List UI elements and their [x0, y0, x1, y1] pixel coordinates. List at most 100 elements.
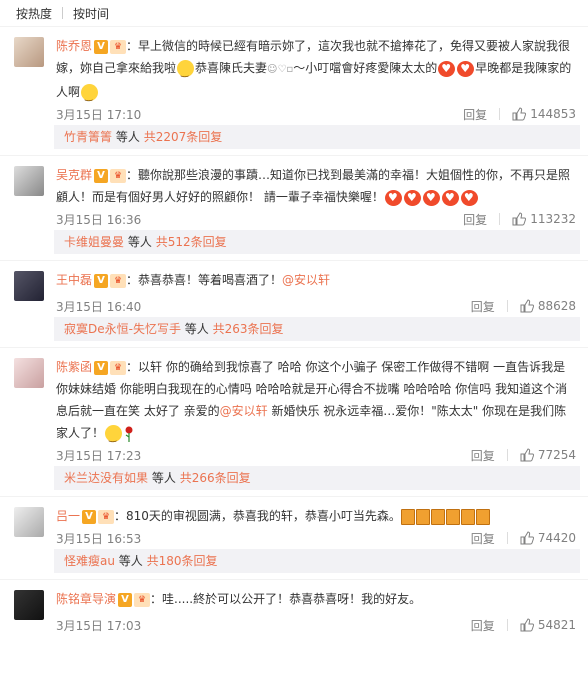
mention-link[interactable]: @安以轩 [220, 404, 268, 418]
vip-crown-icon: ♛ [110, 39, 127, 54]
comment-item: 陈乔恩 V ♛ ：早上微信的時候已經有暗示妳了，這次我也就不搶捧花了，免得又要被人家說… [0, 26, 588, 149]
rose-icon [125, 426, 133, 442]
thumbs-up-icon [520, 299, 534, 313]
verified-v-icon: V [118, 592, 133, 607]
username[interactable]: 吕一 [56, 509, 80, 523]
comment-text: 王中磊 V ♛ ：恭喜恭喜！等着喝喜酒了！@安以轩 [56, 269, 576, 291]
avatar[interactable] [14, 507, 44, 537]
heart-emoji-icon [460, 189, 478, 206]
avatar[interactable] [14, 37, 44, 67]
comment-body: ：810天的审视圆满，恭喜我的轩，恭喜小叮当先森。 [114, 509, 401, 523]
vip-crown-icon: ♛ [134, 592, 151, 607]
comment-date: 3月15日 17:10 [56, 107, 142, 122]
sub-reply-count[interactable]: 共263条回复 [213, 322, 284, 336]
beer-emoji-icon [460, 508, 475, 525]
reply-button[interactable]: 回复 [463, 211, 487, 228]
verified-v-icon: V [82, 509, 97, 524]
sub-reply-user[interactable]: 米兰达没有如果 [64, 471, 148, 485]
avatar[interactable] [14, 358, 44, 388]
verified-v-icon: V [94, 273, 109, 288]
sub-reply-user[interactable]: 竹青箐箐 [64, 130, 112, 144]
comment-body: ：聽你說那些浪漫的事蹟…知道你已找到最美滿的幸福！大姐個性的你，不再只是照顧人！… [56, 168, 571, 204]
tab-by-hot[interactable]: 按热度 [16, 5, 52, 22]
sub-reply-count[interactable]: 共2207条回复 [144, 130, 223, 144]
sub-reply-count[interactable]: 共180条回复 [147, 554, 218, 568]
sub-reply-summary[interactable]: 寂寞De永恒-失忆写手 等人 共263条回复 [54, 317, 580, 341]
sub-reply-others: 等人 [127, 235, 152, 249]
reply-button[interactable]: 回复 [471, 530, 495, 547]
username[interactable]: 王中磊 [56, 273, 92, 287]
thumbs-up-icon [520, 618, 534, 632]
like-button[interactable]: 113232 [512, 212, 576, 226]
action-divider [506, 300, 508, 312]
heart-emoji-icon [457, 60, 475, 77]
beer-emoji-icon [445, 508, 460, 525]
username[interactable]: 陈铭章导演 [56, 592, 116, 606]
heart-emoji-icon [384, 189, 402, 206]
thumbs-up-icon [520, 448, 534, 462]
like-button[interactable]: 144853 [512, 107, 576, 121]
action-divider [506, 449, 508, 461]
vip-crown-icon: ♛ [98, 509, 115, 524]
like-button[interactable]: 54821 [520, 618, 576, 632]
username[interactable]: 陈紫函 [56, 360, 92, 374]
action-divider [506, 532, 508, 544]
verified-v-icon: V [94, 168, 109, 183]
sub-reply-user[interactable]: 寂寞De永恒-失忆写手 [64, 322, 181, 336]
comment-item: 陈铭章导演 V ♛ ：哇.....終於可以公开了！恭喜恭喜呀！我的好友。 3月15日 … [0, 579, 588, 636]
beer-emoji-icon [415, 508, 430, 525]
sub-reply-user[interactable]: 卡维姐曼曼 [64, 235, 124, 249]
reply-button[interactable]: 回复 [463, 106, 487, 123]
comment-date: 3月15日 16:40 [56, 299, 142, 314]
comment-item: 吴克群 V ♛ ：聽你說那些浪漫的事蹟…知道你已找到最美滿的幸福！大姐個性的你，不再只… [0, 155, 588, 254]
comment-body: 恭喜陳氏夫妻 [195, 61, 268, 75]
comment-item: 陈紫函 V ♛ ：以轩 你的确给到我惊喜了 哈哈 你这个小骗子 保密工作做得不错啊 一… [0, 347, 588, 490]
beer-emoji-icon [475, 508, 490, 525]
comment-body: ～小叮噹會好疼愛陳太太的 [293, 61, 438, 75]
like-button[interactable]: 74420 [520, 531, 576, 545]
thumbs-up-icon [512, 212, 527, 226]
like-button[interactable]: 88628 [520, 299, 576, 313]
beer-emoji-icon [400, 508, 415, 525]
mention-link[interactable]: @安以轩 [282, 273, 330, 287]
comment-body: ：哇.....終於可以公开了！恭喜恭喜呀！我的好友。 [150, 592, 422, 606]
like-count: 144853 [530, 107, 576, 121]
sub-reply-user[interactable]: 怪难瘦au [64, 554, 115, 568]
username[interactable]: 吴克群 [56, 168, 92, 182]
smile-emoji-icon [105, 425, 123, 449]
comment-meta: 3月15日 16:53 回复 74420 [56, 527, 576, 549]
comment-list: 陈乔恩 V ♛ ：早上微信的時候已經有暗示妳了，這次我也就不搶捧花了，免得又要被人家說… [0, 26, 588, 636]
comment-body: ：恭喜恭喜！等着喝喜酒了！ [126, 273, 283, 287]
like-count: 74420 [537, 531, 576, 545]
sub-reply-summary[interactable]: 怪难瘦au 等人 共180条回复 [54, 549, 580, 573]
like-button[interactable]: 77254 [520, 448, 576, 462]
vip-crown-icon: ♛ [110, 360, 127, 375]
sub-reply-others: 等人 [151, 471, 176, 485]
avatar[interactable] [14, 166, 44, 196]
comment-text: 陈乔恩 V ♛ ：早上微信的時候已經有暗示妳了，這次我也就不搶捧花了，免得又要被人家說… [56, 35, 576, 108]
username[interactable]: 陈乔恩 [56, 39, 92, 53]
reply-button[interactable]: 回复 [471, 298, 495, 315]
tab-by-time[interactable]: 按时间 [73, 5, 109, 22]
vip-crown-icon: ♛ [110, 273, 127, 288]
sub-reply-summary[interactable]: 米兰达没有如果 等人 共266条回复 [54, 466, 580, 490]
reply-button[interactable]: 回复 [471, 617, 495, 634]
sub-reply-count[interactable]: 共512条回复 [156, 235, 227, 249]
sub-reply-summary[interactable]: 卡维姐曼曼 等人 共512条回复 [54, 230, 580, 254]
comment-item: 吕一 V ♛ ：810天的审视圆满，恭喜我的轩，恭喜小叮当先森。 3月15日 16:5… [0, 496, 588, 573]
comment-date: 3月15日 16:36 [56, 212, 142, 227]
comment-item: 王中磊 V ♛ ：恭喜恭喜！等着喝喜酒了！@安以轩 3月15日 16:40 回复 88… [0, 260, 588, 341]
sub-reply-count[interactable]: 共266条回复 [180, 471, 251, 485]
vip-crown-icon: ♛ [110, 168, 127, 183]
like-count: 113232 [530, 212, 576, 226]
reply-button[interactable]: 回复 [471, 447, 495, 464]
comment-date: 3月15日 16:53 [56, 531, 142, 546]
heart-emoji-icon [441, 189, 459, 206]
comment-date: 3月15日 17:03 [56, 618, 142, 633]
avatar[interactable] [14, 271, 44, 301]
comment-text: 陈铭章导演 V ♛ ：哇.....終於可以公开了！恭喜恭喜呀！我的好友。 [56, 588, 576, 610]
avatar[interactable] [14, 590, 44, 620]
action-divider [499, 213, 501, 225]
sub-reply-summary[interactable]: 竹青箐箐 等人 共2207条回复 [54, 125, 580, 149]
beer-emoji-icon [430, 508, 445, 525]
